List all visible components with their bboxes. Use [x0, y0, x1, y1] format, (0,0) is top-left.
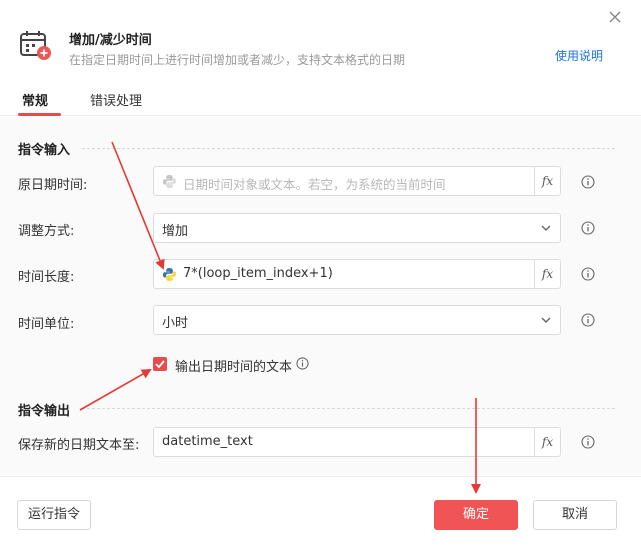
fx-button[interactable]: fx: [534, 260, 560, 288]
info-icon[interactable]: [581, 435, 595, 449]
info-icon[interactable]: [581, 313, 595, 327]
python-icon: [162, 267, 177, 282]
info-icon[interactable]: [581, 221, 595, 235]
save-to-label: 保存新的日期文本至:: [18, 438, 140, 453]
time-length-value: 7*(loop_item_index+1): [183, 266, 333, 281]
dialog-title: 增加/减少时间: [69, 33, 152, 48]
input-section-title: 指令输入: [18, 143, 71, 158]
active-tab-indicator: [18, 113, 61, 116]
output-text-checkbox-label: 输出日期时间的文本: [175, 360, 293, 375]
adjust-mode-label: 调整方式:: [18, 224, 75, 239]
help-link[interactable]: 使用说明: [555, 47, 603, 64]
fx-button[interactable]: fx: [534, 428, 560, 456]
calendar-add-icon: [19, 29, 53, 61]
original-datetime-placeholder: 日期时间对象或文本。若空，为系统的当前时间: [183, 177, 446, 192]
dialog-subtitle: 在指定日期时间上进行时间增加或者减少，支持文本格式的日期: [69, 53, 406, 67]
fx-button[interactable]: fx: [534, 167, 560, 195]
original-datetime-label: 原日期时间:: [18, 178, 88, 193]
python-icon: [162, 174, 177, 189]
close-button[interactable]: [604, 6, 626, 28]
info-icon[interactable]: [581, 175, 595, 189]
section-divider: [82, 148, 615, 149]
confirm-button[interactable]: 确定: [434, 500, 518, 530]
time-length-label: 时间长度:: [18, 270, 75, 285]
tab-error-handling[interactable]: 错误处理: [90, 90, 142, 109]
output-text-checkbox[interactable]: [153, 357, 167, 371]
tab-general[interactable]: 常规: [22, 90, 48, 109]
cancel-button[interactable]: 取消: [533, 500, 617, 530]
output-section-title: 指令输出: [18, 404, 71, 419]
time-unit-label: 时间单位:: [18, 317, 75, 332]
original-datetime-input[interactable]: 日期时间对象或文本。若空，为系统的当前时间 fx: [153, 166, 561, 196]
save-to-input[interactable]: datetime_text fx: [153, 427, 561, 457]
save-to-value: datetime_text: [162, 434, 253, 449]
checkmark-icon: [155, 360, 165, 369]
chevron-down-icon: [541, 317, 551, 323]
info-icon[interactable]: [296, 357, 309, 370]
dialog-footer: 运行指令 确定 取消: [0, 476, 641, 546]
chevron-down-icon: [541, 225, 551, 231]
dialog: 增加/减少时间 在指定日期时间上进行时间增加或者减少，支持文本格式的日期 使用说…: [0, 0, 641, 546]
adjust-mode-select[interactable]: 增加: [153, 213, 561, 243]
tab-bar: 常规 错误处理: [0, 82, 641, 116]
time-unit-value: 小时: [162, 316, 189, 331]
info-icon[interactable]: [581, 267, 595, 281]
close-icon: [609, 11, 621, 23]
adjust-mode-value: 增加: [162, 224, 189, 239]
time-unit-select[interactable]: 小时: [153, 305, 561, 335]
run-command-button[interactable]: 运行指令: [17, 500, 91, 530]
time-length-input[interactable]: 7*(loop_item_index+1) fx: [153, 259, 561, 289]
section-divider: [82, 408, 615, 409]
